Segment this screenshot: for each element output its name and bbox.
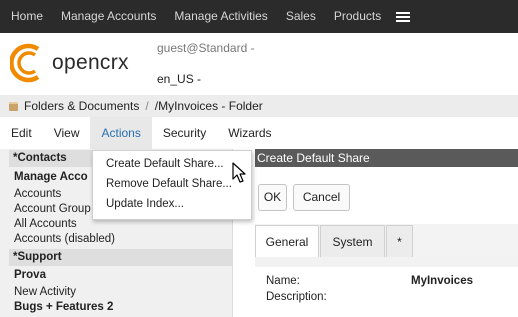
menu-security[interactable]: Security [152, 117, 217, 149]
breadcrumb-separator: / [145, 99, 149, 113]
menu-edit[interactable]: Edit [0, 117, 43, 149]
create-default-share-dialog: Create Default Share OK Cancel General S… [255, 149, 518, 317]
breadcrumb: Folders & Documents / /MyInvoices - Fold… [0, 95, 518, 117]
sidebar-item-accounts[interactable]: Accounts [14, 188, 61, 200]
menu-item-update-index[interactable]: Update Index... [106, 198, 184, 210]
menu-item-create-default-share[interactable]: Create Default Share... [106, 158, 224, 170]
menu-view[interactable]: View [43, 117, 91, 149]
general-form: Name: MyInvoices Description: [255, 257, 518, 317]
sidebar-item-all-accounts[interactable]: All Accounts [14, 218, 77, 230]
sidebar-item-accounts-disabled[interactable]: Accounts (disabled) [14, 233, 115, 245]
menu-item-remove-default-share[interactable]: Remove Default Share... [106, 178, 232, 190]
tab-general[interactable]: General [255, 225, 319, 258]
sidebar-header-support[interactable]: *Support [9, 249, 232, 266]
nav-products[interactable]: Products [325, 0, 390, 33]
mouse-cursor-icon [232, 162, 246, 183]
nav-sales[interactable]: Sales [277, 0, 325, 33]
locale-selector[interactable]: en_US - [157, 72, 201, 86]
opencrx-logo-icon[interactable] [10, 41, 46, 85]
menu-bar: Edit View Actions Security Wizards [0, 117, 518, 149]
menu-wizards[interactable]: Wizards [217, 117, 282, 149]
menu-actions[interactable]: Actions [90, 117, 152, 149]
nav-home[interactable]: Home [0, 0, 52, 33]
tab-strip: General System * [255, 224, 518, 258]
sidebar-item-account-groups[interactable]: Account Group [14, 203, 91, 215]
name-label: Name: [266, 275, 300, 287]
hamburger-icon[interactable] [396, 11, 411, 23]
sidebar-item-prova[interactable]: Prova [14, 269, 46, 281]
sidebar-item-new-activity[interactable]: New Activity [14, 286, 76, 298]
logo-text: opencrx [52, 51, 129, 74]
sidebar-item-bugs-features[interactable]: Bugs + Features 2 [14, 301, 113, 313]
actions-dropdown-menu: Create Default Share... Remove Default S… [92, 150, 252, 220]
breadcrumb-current-folder[interactable]: /MyInvoices - Folder [155, 99, 263, 113]
folder-icon [9, 101, 18, 111]
breadcrumb-folders-documents[interactable]: Folders & Documents [24, 99, 139, 113]
user-selector[interactable]: guest@Standard - [157, 41, 255, 55]
name-value: MyInvoices [411, 275, 473, 287]
cancel-button[interactable]: Cancel [293, 184, 350, 211]
sidebar-item-manage-accounts[interactable]: Manage Acco [14, 171, 88, 183]
nav-manage-activities[interactable]: Manage Activities [165, 0, 276, 33]
top-navigation-bar: Home Manage Accounts Manage Activities S… [0, 0, 518, 33]
tab-system[interactable]: System [320, 225, 385, 258]
dialog-title: Create Default Share [255, 149, 518, 167]
tab-more[interactable]: * [386, 225, 413, 258]
description-label: Description: [266, 291, 327, 303]
nav-manage-accounts[interactable]: Manage Accounts [52, 0, 165, 33]
form-header-band [255, 257, 518, 267]
header: opencrx guest@Standard - en_US - [0, 33, 518, 95]
ok-button[interactable]: OK [258, 184, 287, 211]
